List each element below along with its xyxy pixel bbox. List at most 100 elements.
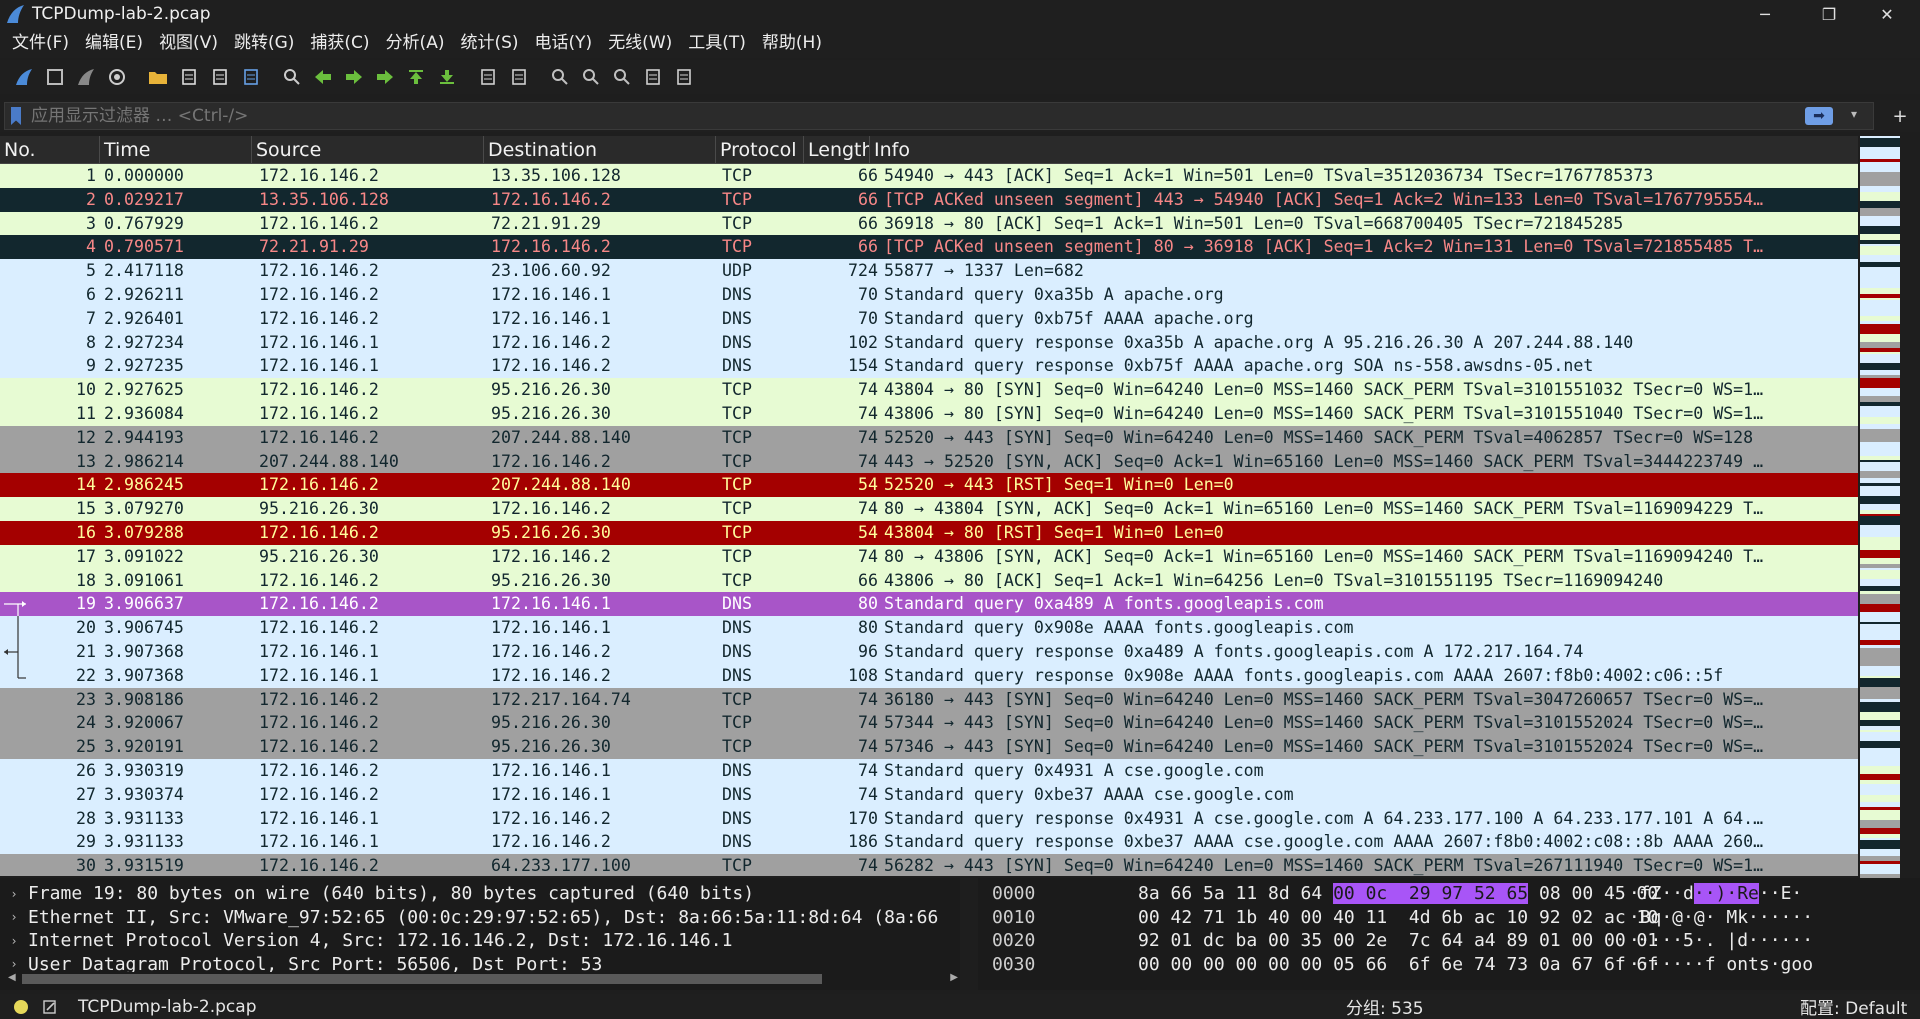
close-button[interactable]: ✕	[1864, 0, 1910, 28]
expand-arrow-icon[interactable]: ›	[0, 957, 28, 971]
packet-row[interactable]: 13 2.986214 207.244.88.140 172.16.146.2 TCP 7…	[0, 449, 1858, 474]
packet-row[interactable]: 27 3.930374 172.16.146.2 172.16.146.1 DNS 74 S…	[0, 782, 1858, 807]
packet-row[interactable]: 30 3.931519 172.16.146.2 64.233.177.100 TCP 7…	[0, 854, 1858, 876]
menu-item[interactable]: 文件(F)	[4, 28, 77, 58]
column-header-length[interactable]: Length	[804, 136, 870, 163]
packet-row[interactable]: 29 3.931133 172.16.146.1 172.16.146.2 DNS 186…	[0, 830, 1858, 855]
packet-row[interactable]: 28 3.931133 172.16.146.1 172.16.146.2 DNS 170…	[0, 806, 1858, 831]
expand-arrow-icon[interactable]: ›	[0, 910, 28, 924]
colorize-icon[interactable]	[503, 63, 534, 91]
add-filter-button[interactable]: +	[1880, 100, 1920, 132]
packet-row[interactable]: 18 3.091061 172.16.146.2 95.216.26.30 TCP 66 4…	[0, 568, 1858, 593]
go-to-packet-icon[interactable]	[369, 63, 400, 91]
packet-row[interactable]: 16 3.079288 172.16.146.2 95.216.26.30 TCP 54 4…	[0, 520, 1858, 545]
details-horizontal-scrollbar[interactable]: ◀ ▶	[8, 972, 958, 986]
column-header-destination[interactable]: Destination	[484, 136, 716, 163]
menu-item[interactable]: 工具(T)	[680, 28, 754, 58]
column-header-info[interactable]: Info	[870, 136, 1858, 163]
last-packet-icon[interactable]	[431, 63, 462, 91]
scroll-left-icon[interactable]: ◀	[8, 972, 16, 983]
stop-square-icon[interactable]	[39, 63, 70, 91]
edit-comment-icon[interactable]	[42, 999, 58, 1015]
layout-icon[interactable]	[668, 63, 699, 91]
file-icon[interactable]	[173, 63, 204, 91]
zoom-in-icon[interactable]	[544, 63, 575, 91]
detail-tree-item[interactable]: › Frame 19: 80 bytes on wire (640 bits), …	[0, 882, 960, 906]
hex-bytes[interactable]: 8a 66 5a 11 8d 64 00 0c 29 97 52 65 08 0…	[1058, 883, 1658, 905]
filter-history-dropdown[interactable]: ▾	[1851, 107, 1857, 121]
hex-row[interactable]: 0010 00 42 71 1b 40 00 40 11 4d 6b ac 10 …	[978, 906, 1920, 930]
zoom-out-icon[interactable]	[575, 63, 606, 91]
packet-row[interactable]: 1 0.000000 172.16.146.2 13.35.106.128 TCP 66 5…	[0, 164, 1858, 188]
status-profile[interactable]: 配置: Default	[1800, 994, 1907, 1019]
shark-fin-icon[interactable]	[8, 63, 39, 91]
expand-arrow-icon[interactable]: ›	[0, 887, 28, 901]
menu-item[interactable]: 编辑(E)	[77, 28, 151, 58]
packet-minimap[interactable]	[1858, 136, 1902, 882]
packet-row[interactable]: 4 0.790571 72.21.91.29 172.16.146.2 TCP 66 [TC…	[0, 235, 1858, 260]
hex-row[interactable]: 0000 8a 66 5a 11 8d 64 00 0c 29 97 52 65 …	[978, 882, 1920, 906]
detail-tree-item[interactable]: › Internet Protocol Version 4, Src: 172.1…	[0, 929, 960, 953]
packet-row[interactable]: 26 3.930319 172.16.146.2 172.16.146.1 DNS 74 S…	[0, 758, 1858, 783]
packet-row[interactable]: 14 2.986245 172.16.146.2 207.244.88.140 TCP 5…	[0, 473, 1858, 498]
hex-row[interactable]: 0030 00 00 00 00 00 00 05 66 6f 6e 74 73 …	[978, 953, 1920, 977]
go-forward-icon[interactable]	[338, 63, 369, 91]
packet-row[interactable]: 10 2.927625 172.16.146.2 95.216.26.30 TCP 74 4…	[0, 378, 1858, 402]
packet-row[interactable]: 5 2.417118 172.16.146.2 23.106.60.92 UDP 724 5…	[0, 259, 1858, 283]
menu-item[interactable]: 捕获(C)	[302, 28, 377, 58]
menu-item[interactable]: 电话(Y)	[527, 28, 601, 58]
minimize-button[interactable]: ─	[1742, 0, 1788, 28]
hex-row[interactable]: 0020 92 01 dc ba 00 35 00 2e 7c 64 a4 89 …	[978, 929, 1920, 953]
restart-fin-icon[interactable]	[70, 63, 101, 91]
packet-row[interactable]: 7 2.926401 172.16.146.2 172.16.146.1 DNS 70 St…	[0, 306, 1858, 331]
reload-icon[interactable]	[235, 63, 266, 91]
packet-row[interactable]: 8 2.927234 172.16.146.1 172.16.146.2 DNS 102 S…	[0, 330, 1858, 355]
expert-info-icon[interactable]	[14, 999, 28, 1014]
menu-item[interactable]: 视图(V)	[151, 28, 226, 58]
expand-arrow-icon[interactable]: ›	[0, 934, 28, 948]
column-header-time[interactable]: Time	[100, 136, 252, 163]
apply-filter-button[interactable]: ➡	[1805, 107, 1833, 125]
autoscroll-icon[interactable]	[472, 63, 503, 91]
restore-button[interactable]: ❐	[1806, 0, 1852, 28]
packet-row[interactable]: 20 3.906745 172.16.146.2 172.16.146.1 DNS 80 S…	[0, 616, 1858, 641]
packet-row[interactable]: 22 3.907368 172.16.146.1 172.16.146.2 DNS 108…	[0, 663, 1858, 688]
packet-row[interactable]: 21 3.907368 172.16.146.1 172.16.146.2 DNS 96 S…	[0, 639, 1858, 664]
capture-options-icon[interactable]	[101, 63, 132, 91]
zoom-normal-icon[interactable]	[606, 63, 637, 91]
packet-row[interactable]: 25 3.920191 172.16.146.2 95.216.26.30 TCP 74 5…	[0, 735, 1858, 759]
scrollbar-thumb[interactable]	[22, 974, 822, 984]
first-packet-icon[interactable]	[400, 63, 431, 91]
packet-row[interactable]: 2 0.029217 13.35.106.128 172.16.146.2 TCP 66 […	[0, 187, 1858, 212]
scroll-right-icon[interactable]: ▶	[950, 972, 958, 983]
hex-bytes[interactable]: 92 01 dc ba 00 35 00 2e 7c 64 a4 89 01 0…	[1058, 930, 1658, 951]
packet-row[interactable]: 11 2.936084 172.16.146.2 95.216.26.30 TCP 74 4…	[0, 401, 1858, 426]
column-header-no[interactable]: No.	[0, 136, 100, 163]
hex-bytes[interactable]: 00 00 00 00 00 00 05 66 6f 6e 74 73 0a 6…	[1058, 954, 1658, 975]
packet-row[interactable]: 17 3.091022 95.216.26.30 172.16.146.2 TCP 74 8…	[0, 544, 1858, 569]
ascii-bytes[interactable]: ·······f onts·goo	[1618, 954, 1813, 975]
menu-item[interactable]: 无线(W)	[600, 28, 680, 58]
menu-item[interactable]: 统计(S)	[452, 28, 526, 58]
packet-row[interactable]: 12 2.944193 172.16.146.2 207.244.88.140 TCP 7…	[0, 425, 1858, 450]
menu-item[interactable]: 跳转(G)	[226, 28, 302, 58]
detail-tree-item[interactable]: › Ethernet II, Src: VMware_97:52:65 (00:0…	[0, 906, 960, 930]
packet-row[interactable]: 19 3.906637 172.16.146.2 172.16.146.1 DNS 80 S…	[0, 592, 1858, 617]
resize-columns-icon[interactable]	[637, 63, 668, 91]
packet-list-scrollbar[interactable]	[1902, 136, 1920, 876]
ascii-bytes[interactable]: ·····5·. |d······	[1618, 930, 1813, 951]
packet-row[interactable]: 9 2.927235 172.16.146.1 172.16.146.2 DNS 154 S…	[0, 354, 1858, 379]
hex-bytes[interactable]: 00 42 71 1b 40 00 40 11 4d 6b ac 10 92 0…	[1058, 907, 1658, 928]
open-folder-icon[interactable]	[142, 63, 173, 91]
menu-item[interactable]: 帮助(H)	[754, 28, 830, 58]
column-header-protocol[interactable]: Protocol	[716, 136, 804, 163]
packet-row[interactable]: 24 3.920067 172.16.146.2 95.216.26.30 TCP 74 5…	[0, 711, 1858, 736]
menu-item[interactable]: 分析(A)	[378, 28, 453, 58]
find-icon[interactable]	[276, 63, 307, 91]
go-back-icon[interactable]	[307, 63, 338, 91]
ascii-bytes[interactable]: ·Bq·@·@· Mk······	[1618, 907, 1813, 928]
packet-row[interactable]: 15 3.079270 95.216.26.30 172.16.146.2 TCP 74 8…	[0, 497, 1858, 521]
column-header-source[interactable]: Source	[252, 136, 484, 163]
packet-row[interactable]: 3 0.767929 172.16.146.2 72.21.91.29 TCP 66 369…	[0, 211, 1858, 236]
packet-row[interactable]: 23 3.908186 172.16.146.2 172.217.164.74 TCP 7…	[0, 687, 1858, 712]
